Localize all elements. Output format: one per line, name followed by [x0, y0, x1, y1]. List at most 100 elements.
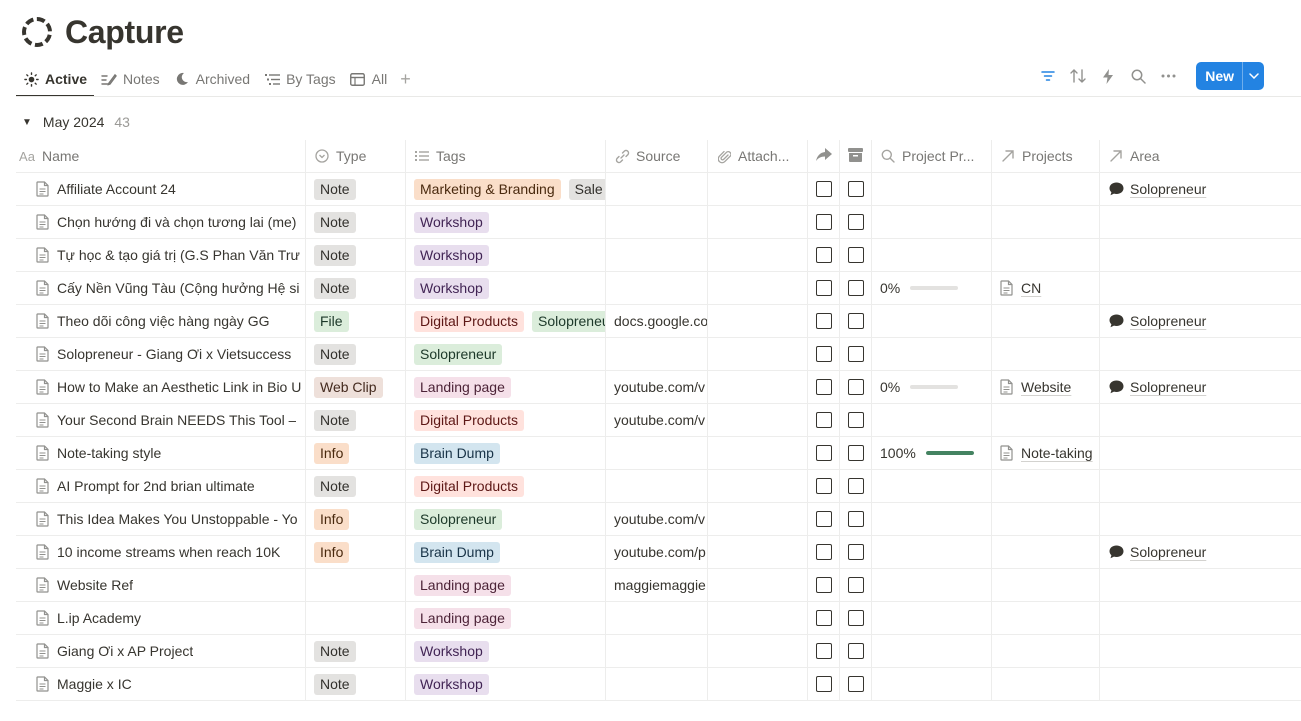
- filter-button[interactable]: [1036, 64, 1060, 88]
- archive-cell[interactable]: [840, 404, 872, 436]
- project-progress-cell[interactable]: [872, 206, 992, 238]
- type-cell[interactable]: [306, 569, 406, 601]
- type-cell[interactable]: Note: [306, 239, 406, 271]
- name-cell[interactable]: Maggie x IC: [16, 668, 306, 700]
- source-cell[interactable]: [606, 173, 708, 205]
- column-header-attachments[interactable]: Attach...: [708, 140, 808, 172]
- table-row[interactable]: Affiliate Account 24 Note Marketing & Bran…: [16, 173, 1301, 206]
- table-row[interactable]: AI Prompt for 2nd brian ultimate Note Digi…: [16, 470, 1301, 503]
- name-cell[interactable]: Theo dõi công việc hàng ngày GG: [16, 305, 306, 337]
- area-cell[interactable]: [1100, 239, 1301, 271]
- forward-cell[interactable]: [808, 338, 840, 370]
- row-name[interactable]: Cấy Nền Vũng Tàu (Cộng hưởng Hệ si: [57, 280, 299, 296]
- archive-cell[interactable]: [840, 272, 872, 304]
- projects-cell[interactable]: Website: [992, 371, 1100, 403]
- source-url[interactable]: maggiemaggie: [614, 577, 706, 593]
- forward-cell[interactable]: [808, 437, 840, 469]
- type-cell[interactable]: Note: [306, 404, 406, 436]
- tab-by-tags[interactable]: By Tags: [257, 62, 343, 96]
- forward-cell[interactable]: [808, 602, 840, 634]
- area-relation[interactable]: Solopreneur: [1108, 379, 1206, 395]
- tags-cell[interactable]: Solopreneur: [406, 503, 606, 535]
- sort-button[interactable]: [1066, 64, 1090, 88]
- project-progress-cell[interactable]: 0%: [872, 272, 992, 304]
- tags-cell[interactable]: Landing page: [406, 371, 606, 403]
- area-cell[interactable]: [1100, 602, 1301, 634]
- forward-cell[interactable]: [808, 305, 840, 337]
- attachments-cell[interactable]: [708, 569, 808, 601]
- project-progress-cell[interactable]: [872, 470, 992, 502]
- archive-checkbox[interactable]: [847, 445, 864, 461]
- projects-cell[interactable]: [992, 305, 1100, 337]
- forward-checkbox[interactable]: [815, 313, 832, 329]
- dashed-circle-icon[interactable]: [22, 17, 52, 47]
- archive-cell[interactable]: [840, 206, 872, 238]
- project-progress-cell[interactable]: [872, 668, 992, 700]
- project-progress-cell[interactable]: [872, 569, 992, 601]
- source-cell[interactable]: docs.google.co: [606, 305, 708, 337]
- archive-checkbox[interactable]: [847, 214, 864, 230]
- archive-checkbox[interactable]: [847, 247, 864, 263]
- source-cell[interactable]: youtube.com/v: [606, 503, 708, 535]
- archive-cell[interactable]: [840, 668, 872, 700]
- forward-checkbox[interactable]: [815, 511, 832, 527]
- column-header-source[interactable]: Source: [606, 140, 708, 172]
- source-cell[interactable]: youtube.com/v: [606, 371, 708, 403]
- project-progress-cell[interactable]: [872, 503, 992, 535]
- area-cell[interactable]: [1100, 635, 1301, 667]
- table-row[interactable]: Giang Ơi x AP Project Note Workshop: [16, 635, 1301, 668]
- project-progress-cell[interactable]: [872, 536, 992, 568]
- area-cell[interactable]: Solopreneur: [1100, 536, 1301, 568]
- attachments-cell[interactable]: [708, 437, 808, 469]
- type-cell[interactable]: Note: [306, 470, 406, 502]
- source-cell[interactable]: [606, 206, 708, 238]
- attachments-cell[interactable]: [708, 371, 808, 403]
- project-progress-cell[interactable]: [872, 338, 992, 370]
- archive-checkbox[interactable]: [847, 379, 864, 395]
- archive-cell[interactable]: [840, 602, 872, 634]
- table-row[interactable]: Chọn hướng đi và chọn tương lai (me) Note…: [16, 206, 1301, 239]
- row-name[interactable]: This Idea Makes You Unstoppable - Yo: [57, 511, 298, 527]
- row-name[interactable]: L.ip Academy: [57, 610, 141, 626]
- type-cell[interactable]: Note: [306, 206, 406, 238]
- name-cell[interactable]: How to Make an Aesthetic Link in Bio U: [16, 371, 306, 403]
- area-cell[interactable]: [1100, 503, 1301, 535]
- attachments-cell[interactable]: [708, 503, 808, 535]
- projects-cell[interactable]: [992, 668, 1100, 700]
- archive-checkbox[interactable]: [847, 181, 864, 197]
- archive-cell[interactable]: [840, 371, 872, 403]
- area-cell[interactable]: Solopreneur: [1100, 371, 1301, 403]
- row-name[interactable]: 10 income streams when reach 10K: [57, 544, 280, 560]
- automation-button[interactable]: [1096, 64, 1120, 88]
- forward-cell[interactable]: [808, 173, 840, 205]
- source-cell[interactable]: [606, 338, 708, 370]
- source-cell[interactable]: [606, 437, 708, 469]
- archive-checkbox[interactable]: [847, 280, 864, 296]
- attachments-cell[interactable]: [708, 338, 808, 370]
- forward-checkbox[interactable]: [815, 577, 832, 593]
- table-row[interactable]: Tự học & tạo giá trị (G.S Phan Văn Trư No…: [16, 239, 1301, 272]
- row-name[interactable]: Chọn hướng đi và chọn tương lai (me): [57, 214, 296, 230]
- tags-cell[interactable]: Workshop: [406, 272, 606, 304]
- forward-cell[interactable]: [808, 206, 840, 238]
- project-progress-cell[interactable]: [872, 404, 992, 436]
- source-cell[interactable]: [606, 668, 708, 700]
- project-progress-cell[interactable]: 0%: [872, 371, 992, 403]
- project-name[interactable]: CN: [1021, 280, 1041, 296]
- attachments-cell[interactable]: [708, 173, 808, 205]
- forward-checkbox[interactable]: [815, 214, 832, 230]
- archive-cell[interactable]: [840, 173, 872, 205]
- tab-notes[interactable]: Notes: [94, 62, 167, 96]
- area-cell[interactable]: [1100, 470, 1301, 502]
- row-name[interactable]: Tự học & tạo giá trị (G.S Phan Văn Trư: [57, 247, 300, 263]
- name-cell[interactable]: Chọn hướng đi và chọn tương lai (me): [16, 206, 306, 238]
- project-progress-cell[interactable]: [872, 173, 992, 205]
- name-cell[interactable]: Affiliate Account 24: [16, 173, 306, 205]
- attachments-cell[interactable]: [708, 305, 808, 337]
- search-button[interactable]: [1126, 64, 1150, 88]
- area-cell[interactable]: [1100, 404, 1301, 436]
- type-cell[interactable]: Info: [306, 437, 406, 469]
- archive-checkbox[interactable]: [847, 676, 864, 692]
- column-header-forward[interactable]: [808, 140, 840, 172]
- forward-cell[interactable]: [808, 470, 840, 502]
